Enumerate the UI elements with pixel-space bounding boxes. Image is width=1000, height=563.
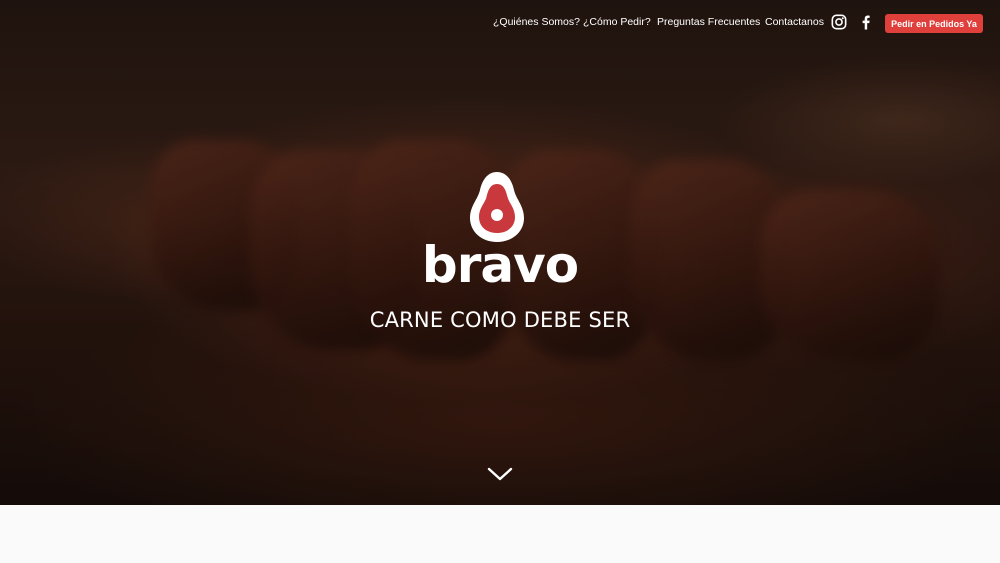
top-navigation: ¿Quiénes Somos? ¿Cómo Pedir? Preguntas F…	[0, 0, 1000, 46]
avocado-steak-logo-icon	[468, 170, 526, 244]
brand-wordmark: bravo	[421, 236, 579, 294]
hero-section: ¿Quiénes Somos? ¿Cómo Pedir? Preguntas F…	[0, 0, 1000, 505]
next-section	[0, 505, 1000, 563]
facebook-icon[interactable]	[859, 14, 877, 32]
nav-link-como-pedir[interactable]: ¿Cómo Pedir?	[583, 16, 651, 28]
order-pedidos-ya-button[interactable]: Pedir en Pedidos Ya	[885, 14, 983, 33]
nav-link-quienes-somos[interactable]: ¿Quiénes Somos?	[493, 16, 580, 28]
nav-link-contactanos[interactable]: Contactanos	[765, 16, 824, 28]
chevron-down-icon[interactable]	[487, 466, 513, 482]
hero-tagline: CARNE COMO DEBE SER	[369, 308, 631, 332]
nav-link-preguntas-frecuentes[interactable]: Preguntas Frecuentes	[657, 16, 760, 28]
instagram-icon[interactable]	[831, 14, 849, 32]
